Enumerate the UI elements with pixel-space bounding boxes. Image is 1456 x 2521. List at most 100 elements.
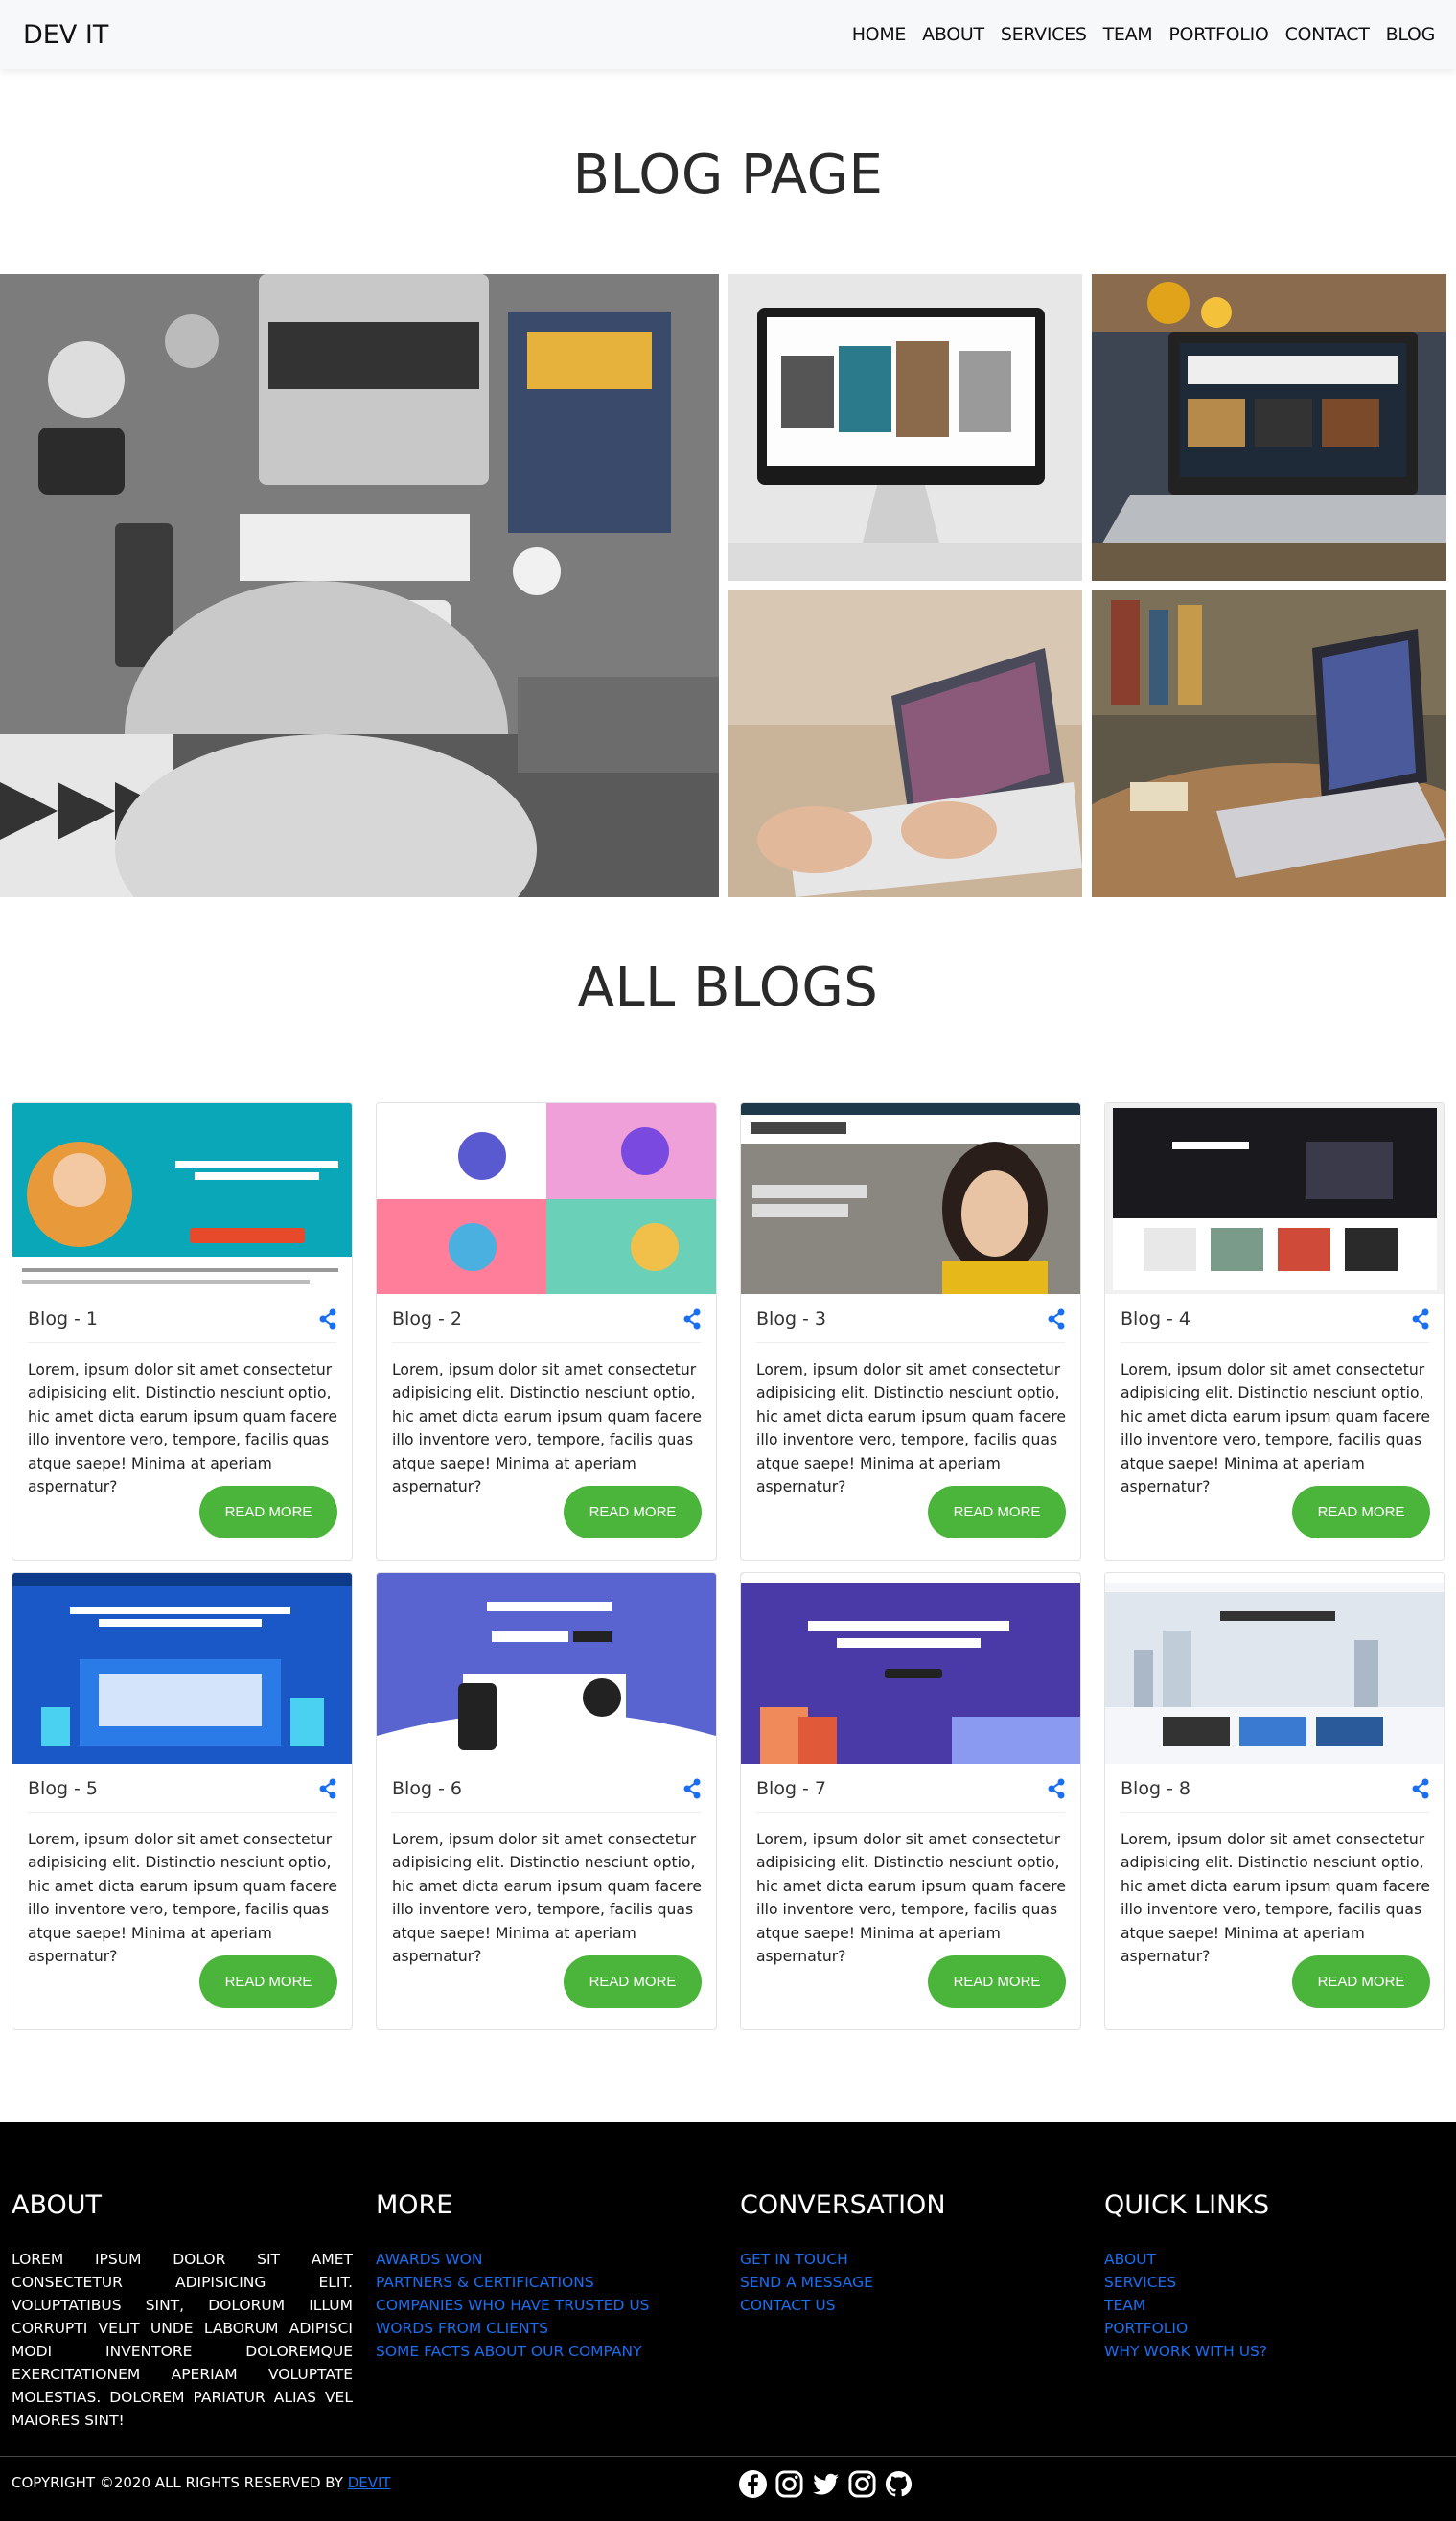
gallery-desk-photo xyxy=(0,274,719,897)
footer-link-companies[interactable]: COMPANIES WHO HAVE TRUSTED US xyxy=(376,2294,650,2317)
share-icon[interactable] xyxy=(682,1308,702,1330)
navbar: DEV IT HOME ABOUT SERVICES TEAM PORTFOLI… xyxy=(0,0,1456,69)
share-icon[interactable] xyxy=(1047,1778,1066,1799)
nav-services[interactable]: SERVICES xyxy=(1001,24,1087,45)
footer-link-facts[interactable]: SOME FACTS ABOUT OUR COMPANY xyxy=(376,2340,650,2363)
read-more-button[interactable]: READ MORE xyxy=(1292,1486,1430,1538)
nav-blog[interactable]: BLOG xyxy=(1386,24,1436,45)
blog-excerpt: Lorem, ipsum dolor sit amet consectetur … xyxy=(756,1831,1066,1966)
share-icon[interactable] xyxy=(1411,1778,1430,1799)
share-icon[interactable] xyxy=(1047,1308,1066,1330)
blog-title: Blog - 6 xyxy=(392,1778,463,1799)
footer-quick-links: ABOUT SERVICES TEAM PORTFOLIO WHY WORK W… xyxy=(1104,2248,1267,2363)
card-divider xyxy=(392,1342,701,1343)
read-more-button[interactable]: READ MORE xyxy=(564,1955,702,2008)
all-blogs-title: ALL BLOGS xyxy=(577,957,879,1019)
blog-thumbnail[interactable] xyxy=(12,1573,352,1764)
footer-conversation-links: GET IN TOUCH SEND A MESSAGE CONTACT US xyxy=(740,2248,873,2317)
twitter-icon[interactable] xyxy=(811,2469,841,2499)
blog-title: Blog - 7 xyxy=(756,1778,827,1799)
blog-card: Blog - 3 Lorem, ipsum dolor sit amet con… xyxy=(740,1102,1081,1561)
blog-page-title: BLOG PAGE xyxy=(572,144,884,206)
read-more-button[interactable]: READ MORE xyxy=(1292,1955,1430,2008)
copyright: COPYRIGHT ©2020 ALL RIGHTS RESERVED BY D… xyxy=(12,2474,391,2491)
blog-title: Blog - 2 xyxy=(392,1308,463,1330)
read-more-button[interactable]: READ MORE xyxy=(928,1955,1066,2008)
blog-excerpt: Lorem, ipsum dolor sit amet consectetur … xyxy=(28,1361,337,1496)
read-more-button[interactable]: READ MORE xyxy=(928,1486,1066,1538)
brand-logo[interactable]: DEV IT xyxy=(23,20,108,50)
footer-link-about[interactable]: ABOUT xyxy=(1104,2248,1267,2271)
footer-link-get-in-touch[interactable]: GET IN TOUCH xyxy=(740,2248,873,2271)
footer-link-team[interactable]: TEAM xyxy=(1104,2294,1267,2317)
share-icon[interactable] xyxy=(682,1778,702,1799)
footer-link-portfolio[interactable]: PORTFOLIO xyxy=(1104,2317,1267,2340)
blog-excerpt: Lorem, ipsum dolor sit amet consectetur … xyxy=(392,1361,702,1496)
card-divider xyxy=(756,1812,1065,1813)
card-divider xyxy=(28,1812,336,1813)
blog-title: Blog - 4 xyxy=(1121,1308,1191,1330)
blog-title: Blog - 3 xyxy=(756,1308,827,1330)
blog-title: Blog - 1 xyxy=(28,1308,99,1330)
footer-link-awards[interactable]: AWARDS WON xyxy=(376,2248,650,2271)
instagram-icon[interactable] xyxy=(774,2469,804,2499)
footer-more-links: AWARDS WON PARTNERS & CERTIFICATIONS COM… xyxy=(376,2248,650,2363)
footer-more-title: MORE xyxy=(376,2190,453,2220)
gallery-imac-photo xyxy=(728,274,1082,581)
blog-excerpt: Lorem, ipsum dolor sit amet consectetur … xyxy=(28,1831,337,1966)
read-more-button[interactable]: READ MORE xyxy=(199,1955,337,2008)
nav-home[interactable]: HOME xyxy=(852,24,907,45)
blog-card: Blog - 6 Lorem, ipsum dolor sit amet con… xyxy=(376,1572,717,2030)
footer-link-partners[interactable]: PARTNERS & CERTIFICATIONS xyxy=(376,2271,650,2294)
footer-link-contact-us[interactable]: CONTACT US xyxy=(740,2294,873,2317)
footer-divider xyxy=(0,2456,1456,2457)
footer-quick-title: QUICK LINKS xyxy=(1104,2190,1270,2220)
blog-card: Blog - 8 Lorem, ipsum dolor sit amet con… xyxy=(1104,1572,1445,2030)
read-more-button[interactable]: READ MORE xyxy=(199,1486,337,1538)
nav-contact[interactable]: CONTACT xyxy=(1285,24,1370,45)
share-icon[interactable] xyxy=(318,1308,337,1330)
copyright-link[interactable]: DEVIT xyxy=(348,2474,391,2491)
blog-title: Blog - 5 xyxy=(28,1778,99,1799)
blog-excerpt: Lorem, ipsum dolor sit amet consectetur … xyxy=(392,1831,702,1966)
card-divider xyxy=(1121,1812,1429,1813)
read-more-button[interactable]: READ MORE xyxy=(564,1486,702,1538)
blog-thumbnail[interactable] xyxy=(741,1573,1080,1764)
blog-thumbnail[interactable] xyxy=(377,1103,716,1294)
share-icon[interactable] xyxy=(1411,1308,1430,1330)
nav-links: HOME ABOUT SERVICES TEAM PORTFOLIO CONTA… xyxy=(852,24,1436,45)
nav-team[interactable]: TEAM xyxy=(1103,24,1153,45)
share-icon[interactable] xyxy=(318,1778,337,1799)
footer-conversation-title: CONVERSATION xyxy=(740,2190,946,2220)
gallery-laptop-photo xyxy=(1092,274,1446,581)
blog-thumbnail[interactable] xyxy=(377,1573,716,1764)
github-icon[interactable] xyxy=(884,2469,913,2499)
blog-thumbnail[interactable] xyxy=(1105,1103,1444,1294)
card-divider xyxy=(1121,1342,1429,1343)
blog-card: Blog - 5 Lorem, ipsum dolor sit amet con… xyxy=(12,1572,353,2030)
blog-card: Blog - 2 Lorem, ipsum dolor sit amet con… xyxy=(376,1102,717,1561)
copyright-text: COPYRIGHT ©2020 ALL RIGHTS RESERVED BY xyxy=(12,2474,348,2491)
footer-link-send-message[interactable]: SEND A MESSAGE xyxy=(740,2271,873,2294)
nav-about[interactable]: ABOUT xyxy=(922,24,984,45)
footer-link-why-work[interactable]: WHY WORK WITH US? xyxy=(1104,2340,1267,2363)
footer-about-text: Lorem ipsum dolor sit amet consectetur a… xyxy=(12,2251,353,2429)
blog-excerpt: Lorem, ipsum dolor sit amet consectetur … xyxy=(1121,1831,1430,1966)
card-divider xyxy=(756,1342,1065,1343)
footer-link-services[interactable]: SERVICES xyxy=(1104,2271,1267,2294)
blog-card: Blog - 7 Lorem, ipsum dolor sit amet con… xyxy=(740,1572,1081,2030)
blog-thumbnail[interactable] xyxy=(741,1103,1080,1294)
card-divider xyxy=(392,1812,701,1813)
gallery-typing-photo xyxy=(728,590,1082,897)
blog-thumbnail[interactable] xyxy=(1105,1573,1444,1764)
instagram-icon[interactable] xyxy=(847,2469,877,2499)
nav-portfolio[interactable]: PORTFOLIO xyxy=(1168,24,1268,45)
gallery-desk-laptop-photo xyxy=(1092,590,1446,897)
blog-excerpt: Lorem, ipsum dolor sit amet consectetur … xyxy=(756,1361,1066,1496)
blog-excerpt: Lorem, ipsum dolor sit amet consectetur … xyxy=(1121,1361,1430,1496)
card-divider xyxy=(28,1342,336,1343)
footer-link-words[interactable]: WORDS FROM CLIENTS xyxy=(376,2317,650,2340)
blog-thumbnail[interactable] xyxy=(12,1103,352,1294)
facebook-icon[interactable] xyxy=(738,2469,768,2499)
footer-about-title: ABOUT xyxy=(12,2190,103,2220)
